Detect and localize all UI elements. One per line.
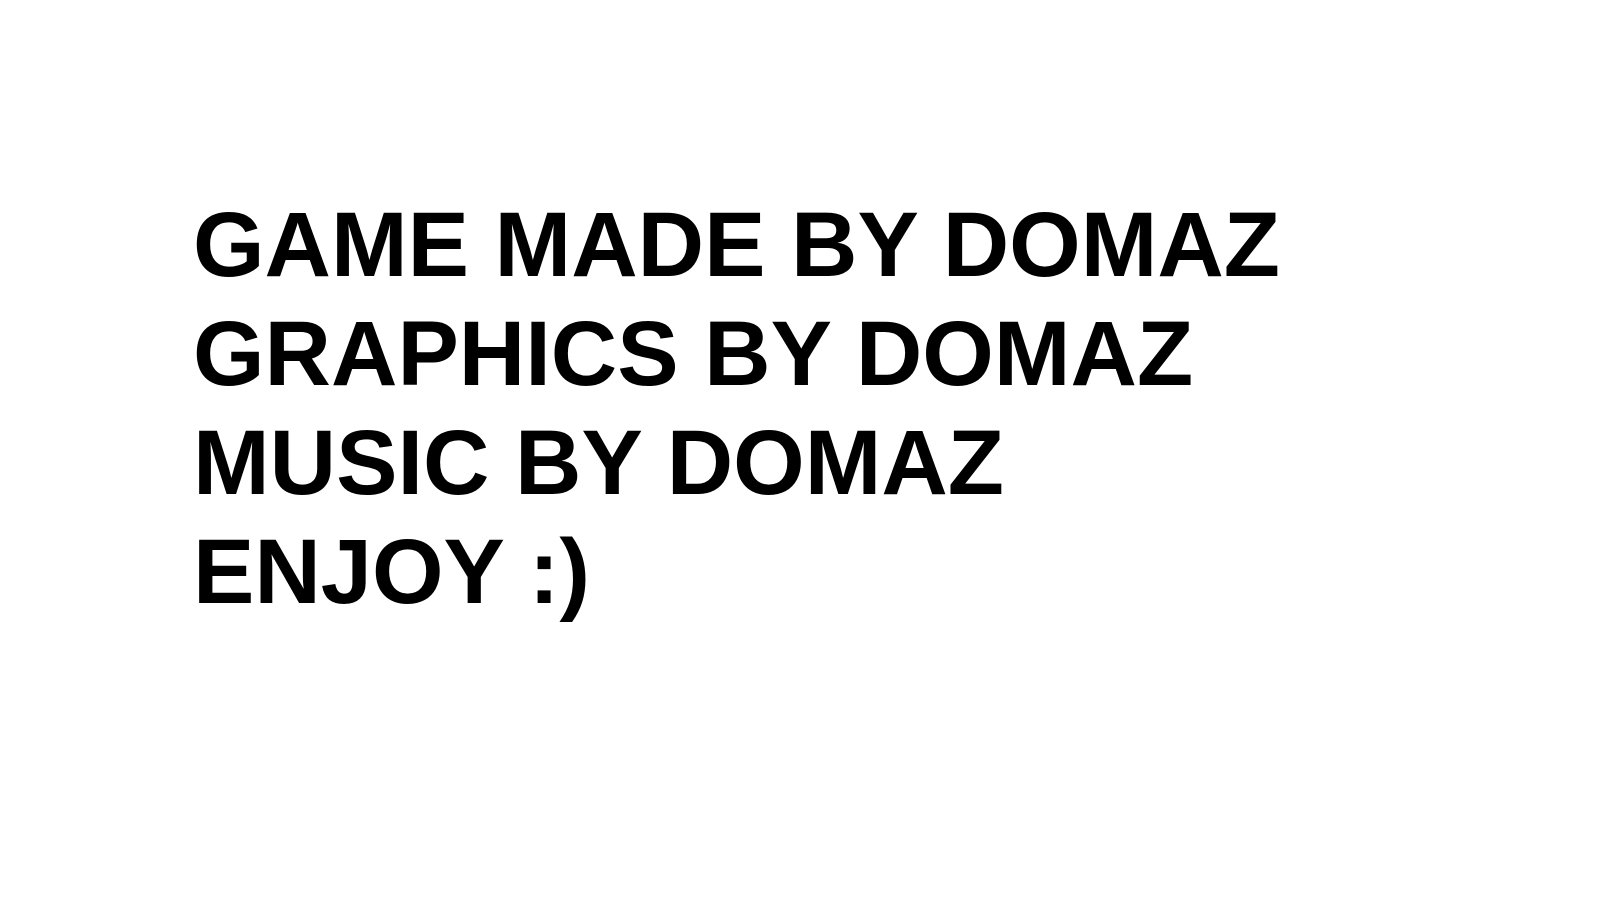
- credits-screen: GAME MADE BY DOMAZ GRAPHICS BY DOMAZ MUS…: [193, 191, 1280, 627]
- credit-line-enjoy: ENJOY :): [193, 521, 591, 623]
- credit-line-music: MUSIC BY DOMAZ: [193, 412, 1004, 514]
- credit-line-graphics: GRAPHICS BY DOMAZ: [193, 303, 1194, 405]
- credit-line-game: GAME MADE BY DOMAZ: [193, 194, 1280, 296]
